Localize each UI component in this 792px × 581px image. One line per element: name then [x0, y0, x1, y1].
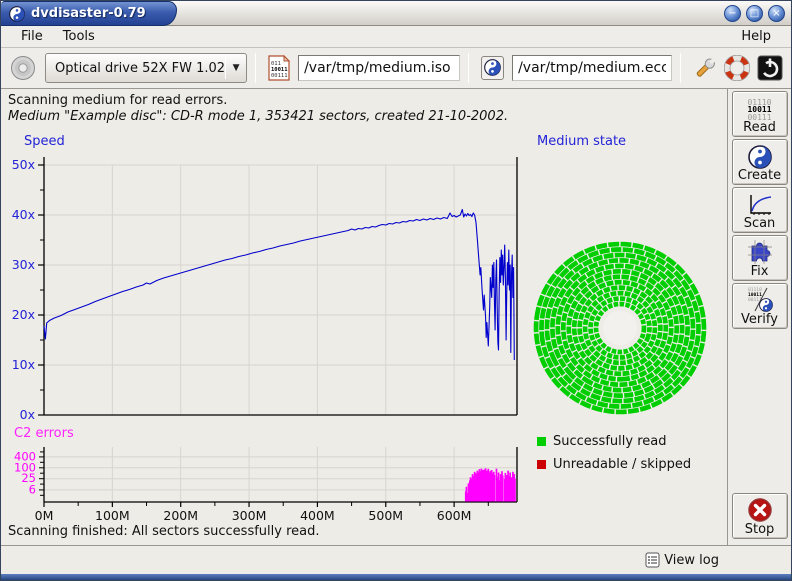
stop-icon: [747, 497, 773, 523]
iso-file-button[interactable]: 011 10011 00111: [264, 51, 294, 85]
drive-button[interactable]: [7, 52, 39, 84]
menubar: File Tools Help: [1, 26, 791, 48]
title-tab: dvdisaster-0.79: [1, 1, 177, 26]
scan-chart-icon: [747, 193, 773, 217]
ecc-path-input[interactable]: [512, 55, 672, 81]
main-panel: 0x10x20x30x40x50x6251004000M100M200M300M…: [1, 89, 728, 545]
svg-text:40x: 40x: [12, 207, 35, 222]
menu-help[interactable]: Help: [731, 27, 781, 46]
svg-text:10x: 10x: [12, 357, 35, 372]
preferences-button[interactable]: [689, 52, 721, 84]
view-log-button[interactable]: View log: [641, 550, 723, 570]
svg-text:50x: 50x: [12, 157, 35, 172]
ecc-file-icon: [480, 55, 505, 81]
drive-selector-value: Optical drive 52X FW 1.02: [46, 61, 225, 76]
svg-text:600M: 600M: [437, 508, 472, 523]
power-icon: [756, 54, 784, 82]
svg-text:500M: 500M: [368, 508, 403, 523]
unreadable-swatch: [537, 460, 546, 469]
create-button[interactable]: Create: [732, 139, 788, 185]
puzzle-icon: [747, 239, 773, 265]
titlebar[interactable]: dvdisaster-0.79 − □ ×: [1, 1, 791, 26]
svg-text:20x: 20x: [12, 307, 35, 322]
legend-successfully-read: Successfully read: [537, 434, 666, 449]
cd-icon: [10, 55, 36, 81]
fix-button[interactable]: Fix: [732, 235, 788, 281]
medium-info-line: Medium "Example disc": CD-R mode 1, 3534…: [8, 109, 508, 124]
binary-icon: 01110 10011 00111: [747, 99, 771, 122]
svg-text:200M: 200M: [163, 508, 198, 523]
chevron-down-icon: ▼: [226, 63, 246, 73]
drive-selector[interactable]: Optical drive 52X FW 1.02 ▼: [45, 53, 247, 83]
action-sidebar: 01110 10011 00111 Read Create Scan: [728, 89, 791, 545]
svg-text:30x: 30x: [12, 257, 35, 272]
toolbar-separator: [468, 53, 469, 83]
verify-icon: 01110 10011 00111: [746, 286, 774, 313]
toolbar-separator: [680, 53, 681, 83]
wrench-icon: [692, 55, 718, 81]
medium-state-disc: [525, 233, 715, 423]
minimize-button[interactable]: −: [724, 5, 741, 22]
iso-file-icon: 011 10011 00111: [267, 54, 291, 82]
scan-result-text: Scanning finished: All sectors successfu…: [8, 524, 320, 539]
iso-path-input[interactable]: [298, 55, 460, 81]
legend-read-label: Successfully read: [553, 434, 666, 449]
svg-text:400: 400: [14, 449, 36, 463]
content-area: 0x10x20x30x40x50x6251004000M100M200M300M…: [1, 89, 791, 545]
help-button[interactable]: [721, 52, 753, 84]
maximize-button[interactable]: □: [746, 5, 763, 22]
toolbar-separator: [255, 53, 256, 83]
stop-button[interactable]: Stop: [732, 493, 788, 539]
legend-unreadable: Unreadable / skipped: [537, 457, 691, 472]
ecc-file-button[interactable]: [477, 52, 508, 84]
app-logo-icon: [9, 6, 25, 22]
lifebuoy-icon: [724, 55, 750, 81]
app-window: dvdisaster-0.79 − □ × File Tools Help Op…: [0, 0, 792, 581]
svg-text:400M: 400M: [300, 508, 335, 523]
speed-chart-title: Speed: [24, 134, 65, 149]
toolbar: Optical drive 52X FW 1.02 ▼ 011 10011 00…: [1, 48, 791, 89]
c2-chart-title: C2 errors: [14, 426, 74, 441]
read-button[interactable]: 01110 10011 00111 Read: [732, 91, 788, 137]
quit-button[interactable]: [753, 51, 787, 85]
svg-text:0x: 0x: [20, 407, 35, 422]
close-button[interactable]: ×: [768, 5, 785, 22]
status-line: Scanning medium for read errors.: [8, 93, 227, 108]
svg-text:0M: 0M: [35, 508, 54, 523]
view-log-label: View log: [664, 553, 719, 568]
legend-unreadable-label: Unreadable / skipped: [553, 457, 691, 472]
verify-button[interactable]: 01110 10011 00111 Verify: [732, 283, 788, 329]
statusbar: View log: [1, 545, 791, 574]
menu-tools[interactable]: Tools: [53, 27, 105, 46]
svg-text:100M: 100M: [95, 508, 130, 523]
svg-text:00111: 00111: [271, 73, 288, 79]
read-swatch: [537, 437, 546, 446]
svg-text:300M: 300M: [232, 508, 267, 523]
medium-state-title: Medium state: [537, 134, 626, 149]
menu-file[interactable]: File: [11, 27, 53, 46]
window-border-bottom: [1, 574, 791, 580]
yinyang-icon: [748, 145, 772, 169]
scan-button[interactable]: Scan: [732, 187, 788, 233]
log-icon: [645, 552, 660, 568]
window-title: dvdisaster-0.79: [31, 6, 146, 21]
